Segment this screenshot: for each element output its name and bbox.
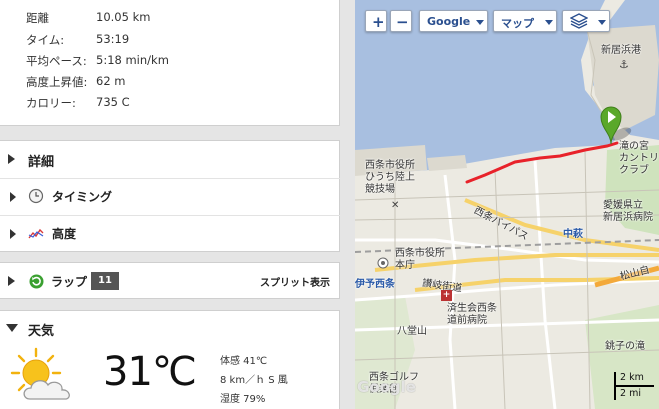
map-type-select[interactable]: マップ <box>493 10 557 32</box>
timing-label: タイミング <box>52 190 113 204</box>
column-gutter <box>340 0 355 409</box>
weather-title: 天気 <box>28 324 55 339</box>
map-label: 銚子の滝 <box>605 341 645 352</box>
stat-label: 高度上昇値: <box>26 75 88 89</box>
scale-mi: 2 mi <box>620 388 641 399</box>
map-label: 愛媛県立 新居浜病院 <box>603 200 653 223</box>
details-title: 詳細 <box>28 155 55 170</box>
stat-value: 62 m <box>96 74 126 88</box>
map-label: 新居浜港 <box>601 45 641 56</box>
map-label: 伊予西条 <box>355 279 395 290</box>
stat-value: 10.05 km <box>96 10 151 24</box>
google-watermark: Google <box>357 378 416 396</box>
zoom-in-label: + <box>372 13 385 31</box>
laps-panel: ラップ 11 スプリット表示 <box>0 262 340 299</box>
map-provider-select[interactable]: Google <box>419 10 488 32</box>
laps-header[interactable]: ラップ 11 スプリット表示 <box>0 263 340 299</box>
expand-arrow-icon <box>10 229 16 239</box>
timing-row[interactable]: タイミング <box>0 178 340 214</box>
provider-label: Google <box>427 15 471 28</box>
scale-km: 2 km <box>620 372 644 383</box>
stat-label: タイム: <box>26 33 65 47</box>
partly-sunny-icon <box>10 347 82 405</box>
elevation-row[interactable]: 高度 <box>0 215 340 251</box>
layers-button[interactable] <box>562 10 610 32</box>
expand-arrow-icon <box>8 276 15 286</box>
temperature-value: 31℃ <box>103 349 197 395</box>
chevron-down-icon <box>476 20 484 25</box>
activity-sidebar: 距離 10.05 km タイム: 53:19 平均ペース: 5:18 min/k… <box>0 0 340 409</box>
wind-text: 8 km／ｈ S 風 <box>220 375 288 386</box>
city-hall-icon <box>377 254 389 269</box>
stadium-icon: ✕ <box>391 200 400 211</box>
map-label: 八堂山 <box>397 326 427 337</box>
lap-count-badge: 11 <box>91 272 119 290</box>
laps-label: ラップ <box>51 275 88 289</box>
map-label: 滝の宮 カントリー クラブ <box>619 141 659 176</box>
stat-label: 距離 <box>26 11 49 25</box>
map-label: 西条市役所 本庁 <box>395 248 445 271</box>
chevron-down-icon <box>545 20 553 25</box>
details-panel: 詳細 タイミング 高度 <box>0 140 340 252</box>
expand-arrow-icon <box>10 192 16 202</box>
elevation-icon <box>28 226 44 240</box>
refresh-laps-icon <box>29 274 44 289</box>
elevation-label: 高度 <box>52 227 77 241</box>
route-map[interactable]: + − Google マップ 新居浜港 ⚓ 滝の宮 カントリー クラブ 愛媛県立… <box>355 0 659 409</box>
weather-header[interactable]: 天気 <box>0 311 340 341</box>
zoom-in-button[interactable]: + <box>365 10 387 32</box>
map-label: 西条市役所 ひうち陸上 競技場 <box>365 160 415 195</box>
collapse-arrow-icon <box>6 324 18 332</box>
stat-label: 平均ペース: <box>26 54 87 68</box>
stat-value: 735 C <box>96 95 130 109</box>
stat-value: 5:18 min/km <box>96 53 169 67</box>
zoom-out-button[interactable]: − <box>390 10 412 32</box>
zoom-out-label: − <box>396 13 409 31</box>
details-header[interactable]: 詳細 <box>0 141 340 177</box>
feels-like-text: 体感 41℃ <box>220 356 268 367</box>
chevron-down-icon <box>598 20 606 25</box>
stat-value: 53:19 <box>96 32 130 46</box>
map-label: 中萩 <box>563 229 583 240</box>
stats-panel: 距離 10.05 km タイム: 53:19 平均ペース: 5:18 min/k… <box>0 0 340 126</box>
hospital-icon: + <box>441 290 452 301</box>
map-scale: 2 km 2 mi <box>614 372 656 400</box>
stat-label: カロリー: <box>26 96 76 110</box>
map-type-label: マップ <box>501 17 534 30</box>
anchor-icon: ⚓ <box>619 58 629 71</box>
layers-icon <box>569 13 589 29</box>
clock-icon <box>28 188 44 204</box>
split-view-link[interactable]: スプリット表示 <box>260 274 330 289</box>
humidity-text: 湿度 79% <box>220 394 266 405</box>
expand-arrow-icon <box>8 154 15 164</box>
map-label: 済生会西条 道前病院 <box>447 303 497 326</box>
